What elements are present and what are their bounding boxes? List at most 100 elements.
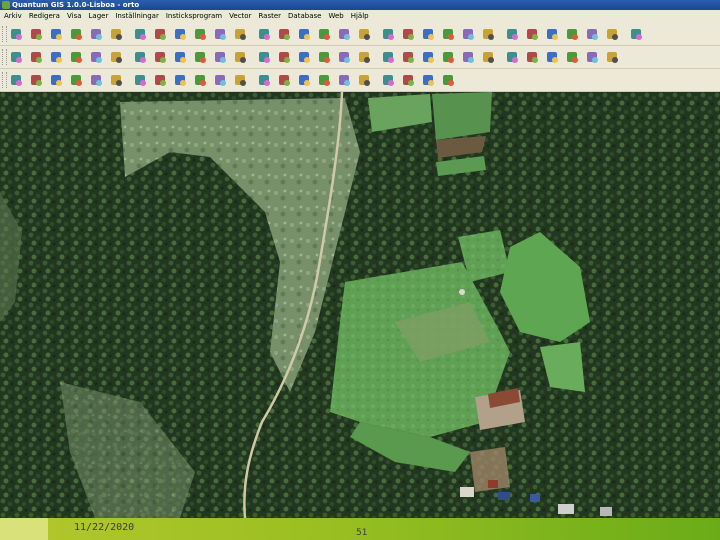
menu-database[interactable]: Database [284,10,324,23]
layer-b-button[interactable] [276,26,292,42]
digitize-v-button[interactable] [440,49,456,65]
digitize-c-button[interactable] [48,49,64,65]
select-features-button[interactable] [192,72,208,88]
qgis-app-icon [2,1,10,9]
map-tips-button[interactable] [296,72,312,88]
layer-f-button[interactable] [356,26,372,42]
map-canvas[interactable] [0,92,720,518]
menu-hjalp[interactable]: Hjälp [347,10,372,23]
digitize-ac-button[interactable] [584,49,600,65]
print-button[interactable] [108,26,124,42]
toolbar-grip[interactable] [2,49,7,65]
digitize-o-button[interactable] [296,49,312,65]
zoom-in-button[interactable] [28,72,44,88]
layer-h-button[interactable] [400,26,416,42]
new-shapefile-button[interactable] [232,26,248,42]
measure-area-button[interactable] [276,72,292,88]
plugin-d-button[interactable] [420,72,436,88]
menu-web[interactable]: Web [324,10,346,23]
digitize-i-button[interactable] [172,49,188,65]
menu-arkiv[interactable]: Arkiv [0,10,25,23]
digitize-z-button[interactable] [524,49,540,65]
digitize-s-button[interactable] [380,49,396,65]
help-button[interactable] [440,72,456,88]
digitize-w-button[interactable] [460,49,476,65]
toolbar-file-layers [0,23,720,46]
digitize-ad-button[interactable] [604,49,620,65]
digitize-n-button[interactable] [276,49,292,65]
digitize-f-button[interactable] [108,49,124,65]
digitize-a-button[interactable] [8,49,24,65]
add-vector-layer-button[interactable] [132,26,148,42]
digitize-j-button[interactable] [192,49,208,65]
plugin-c-button[interactable] [400,72,416,88]
paste-features-button[interactable] [628,26,644,42]
add-postgis-layer-button[interactable] [172,26,188,42]
capture-polygon-button[interactable] [524,26,540,42]
plugin-a-button[interactable] [356,72,372,88]
add-raster-layer-button[interactable] [152,26,168,42]
digitize-y-button[interactable] [504,49,520,65]
digitize-x-button[interactable] [480,49,496,65]
digitize-e-button[interactable] [88,49,104,65]
copy-features-button[interactable] [604,26,620,42]
digitize-b-button[interactable] [28,49,44,65]
digitize-h-button[interactable] [152,49,168,65]
move-feature-button[interactable] [544,26,560,42]
measure-line-button[interactable] [256,72,272,88]
layer-k-button[interactable] [460,26,476,42]
layer-d-button[interactable] [316,26,332,42]
digitize-ab-button[interactable] [564,49,580,65]
refresh-button[interactable] [152,72,168,88]
digitize-r-button[interactable] [356,49,372,65]
layer-e-button[interactable] [336,26,352,42]
pan-map-button[interactable] [8,72,24,88]
zoom-out-button[interactable] [48,72,64,88]
open-project-button[interactable] [28,26,44,42]
menu-visa[interactable]: Visa [63,10,85,23]
toolbar-grip[interactable] [2,72,7,88]
menu-redigera[interactable]: Redigera [25,10,63,23]
menu-vector[interactable]: Vector [225,10,254,23]
menu-lager[interactable]: Lager [85,10,112,23]
menu-raster[interactable]: Raster [254,10,284,23]
capture-line-button[interactable] [504,26,520,42]
open-attribute-table-button[interactable] [232,72,248,88]
deselect-button[interactable] [212,72,228,88]
digitize-aa-button[interactable] [544,49,560,65]
cut-features-button[interactable] [584,26,600,42]
layer-j-button[interactable] [440,26,456,42]
new-project-button[interactable] [8,26,24,42]
menu-installningar[interactable]: Inställningar [111,10,162,23]
digitize-g-button[interactable] [132,49,148,65]
zoom-layer-button[interactable] [108,72,124,88]
digitize-t-button[interactable] [400,49,416,65]
digitize-k-button[interactable] [212,49,228,65]
add-spatialite-layer-button[interactable] [192,26,208,42]
add-wms-layer-button[interactable] [212,26,228,42]
menu-insticksprogram[interactable]: Insticksprogram [162,10,225,23]
digitize-u-button[interactable] [420,49,436,65]
layer-g-button[interactable] [380,26,396,42]
zoom-selection-button[interactable] [88,72,104,88]
digitize-p-button[interactable] [316,49,332,65]
layer-c-button[interactable] [296,26,312,42]
identify-button[interactable] [172,72,188,88]
save-as-button[interactable] [68,26,84,42]
digitize-m-button[interactable] [256,49,272,65]
toolbar-grip[interactable] [2,26,7,42]
digitize-l-button[interactable] [232,49,248,65]
zoom-full-button[interactable] [68,72,84,88]
zoom-last-button[interactable] [132,72,148,88]
save-project-button[interactable] [48,26,64,42]
new-bookmark-button[interactable] [316,72,332,88]
capture-point-button[interactable] [480,26,496,42]
show-bookmarks-button[interactable] [336,72,352,88]
digitize-q-button[interactable] [336,49,352,65]
layer-i-button[interactable] [420,26,436,42]
layer-a-button[interactable] [256,26,272,42]
plugin-b-button[interactable] [380,72,396,88]
digitize-d-button[interactable] [68,49,84,65]
delete-selected-button[interactable] [564,26,580,42]
print-composer-button[interactable] [88,26,104,42]
